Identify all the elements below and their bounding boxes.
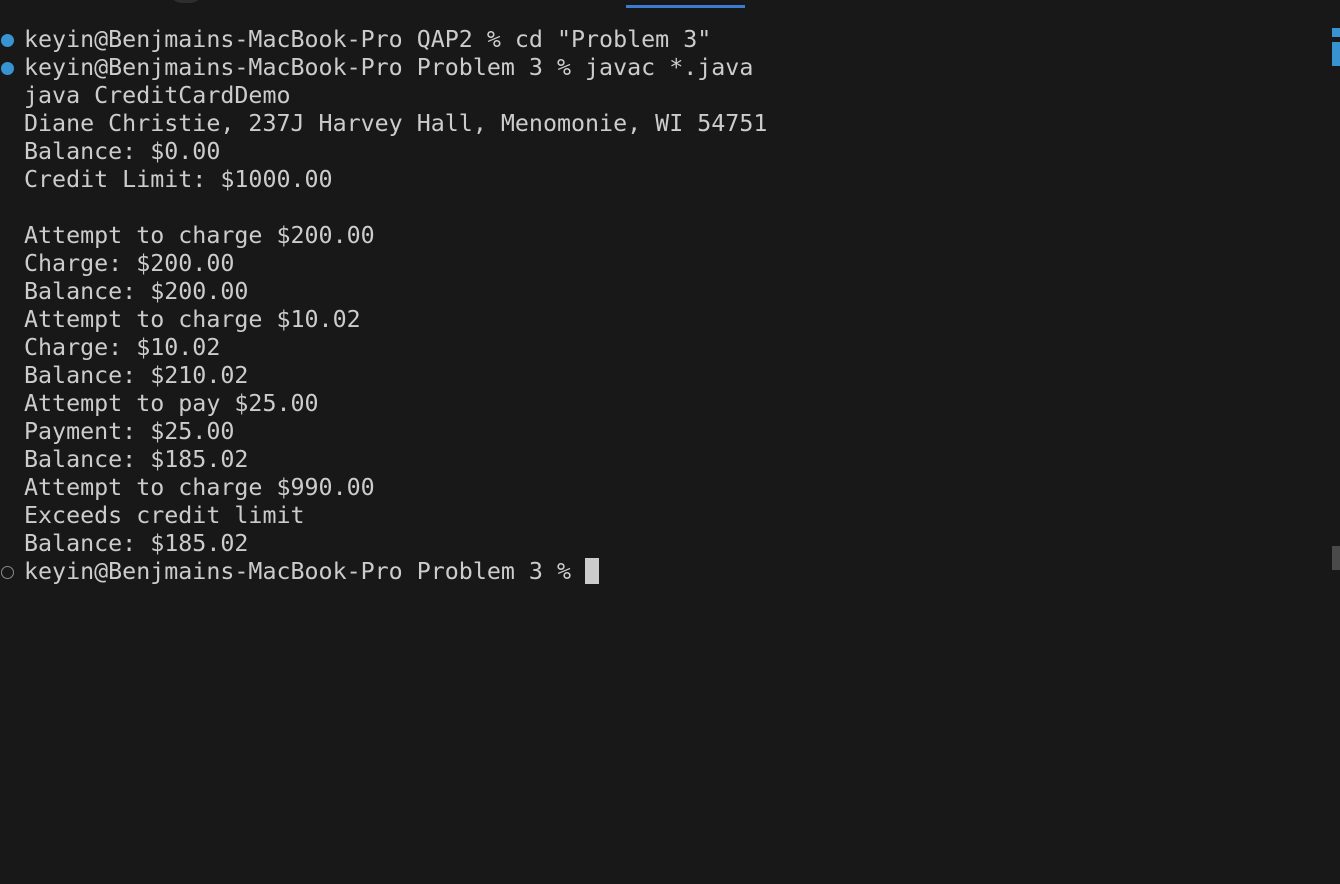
terminal-line: Balance: $185.02 (24, 530, 249, 557)
command-success-decoration-icon[interactable] (1, 62, 14, 75)
scrollbar-marker (1332, 42, 1340, 66)
terminal-line: keyin@Benjmains-MacBook-Pro QAP2 % cd "P… (0, 26, 767, 54)
terminal-cursor (585, 557, 600, 584)
command-success-decoration-icon[interactable] (1, 34, 14, 47)
terminal-line: Attempt to pay $25.00 (24, 390, 319, 417)
terminal-line: keyin@Benjmains-MacBook-Pro Problem 3 % … (0, 54, 767, 82)
terminal-line: Credit Limit: $1000.00 (24, 166, 333, 193)
terminal-prompt-line[interactable]: keyin@Benjmains-MacBook-Pro Problem 3 % (0, 557, 767, 586)
terminal-line: Exceeds credit limit (24, 502, 305, 529)
terminal-output: keyin@Benjmains-MacBook-Pro QAP2 % cd "P… (0, 26, 767, 586)
terminal-line: Charge: $200.00 (24, 250, 235, 277)
terminal-line: Attempt to charge $10.02 (24, 306, 361, 333)
scrollbar-thumb[interactable] (1332, 546, 1340, 570)
active-tab-indicator (626, 5, 745, 8)
terminal-line: Charge: $10.02 (24, 334, 221, 361)
terminal-scrollbar[interactable] (1332, 22, 1340, 882)
terminal-line: Diane Christie, 237J Harvey Hall, Menomo… (24, 110, 768, 137)
command-pending-decoration-icon[interactable] (1, 566, 14, 579)
terminal-prompt: keyin@Benjmains-MacBook-Pro Problem 3 % (24, 558, 586, 585)
terminal-line: Balance: $185.02 (24, 446, 249, 473)
panel-toolbar-button[interactable] (166, 0, 206, 3)
terminal-line: Attempt to charge $200.00 (24, 222, 375, 249)
terminal-line: Payment: $25.00 (24, 418, 235, 445)
scrollbar-marker (1332, 28, 1340, 37)
terminal-line: Balance: $200.00 (24, 278, 249, 305)
terminal-line: Balance: $0.00 (24, 138, 221, 165)
terminal-line: java CreditCardDemo (24, 82, 291, 109)
terminal-panel[interactable]: keyin@Benjmains-MacBook-Pro QAP2 % cd "P… (0, 0, 1340, 884)
terminal-line: Balance: $210.02 (24, 362, 249, 389)
terminal-line: Attempt to charge $990.00 (24, 474, 375, 501)
